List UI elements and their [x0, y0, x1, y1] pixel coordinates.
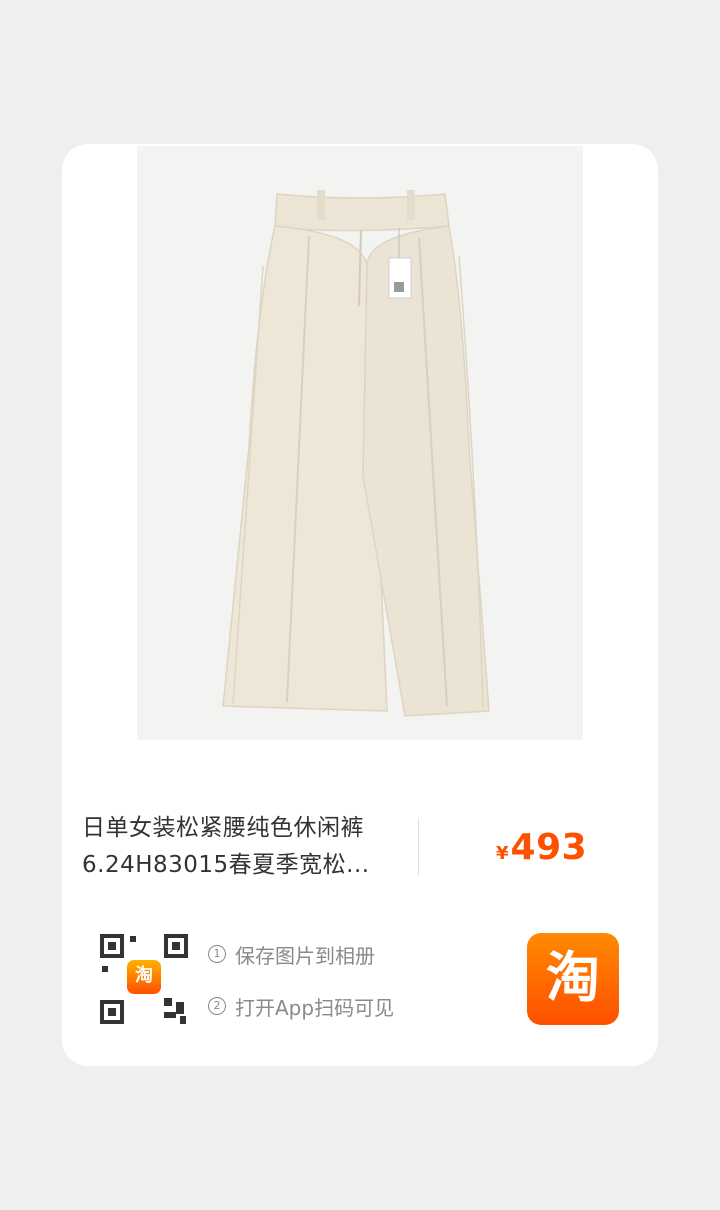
- step-2-number: 2: [208, 997, 226, 1015]
- price-amount: 493: [510, 827, 588, 868]
- qr-module: [164, 998, 172, 1006]
- qr-module: [164, 1012, 176, 1018]
- product-price: ¥493: [496, 827, 587, 868]
- qr-finder-top-right: [164, 934, 188, 958]
- product-title-line2: 6.24H83015春夏季宽松...: [82, 852, 370, 878]
- taobao-mini-logo-icon: 淘: [127, 960, 161, 994]
- taobao-app-icon[interactable]: 淘: [527, 933, 619, 1025]
- share-instructions: 1 保存图片到相册 2 打开App扫码可见: [208, 941, 394, 1045]
- title-price-divider: [418, 818, 419, 876]
- qr-module: [180, 1016, 186, 1024]
- qr-finder-bottom-left: [100, 1000, 124, 1024]
- trousers-photo: [137, 146, 583, 740]
- instruction-step-2: 2 打开App扫码可见: [208, 993, 395, 1020]
- product-title-line1: 日单女装松紧腰纯色休闲裤: [82, 815, 364, 841]
- qr-finder-top-left: [100, 934, 124, 958]
- step-1-text: 保存图片到相册: [235, 943, 375, 968]
- instruction-step-1: 1 保存图片到相册: [208, 941, 394, 968]
- qr-module: [102, 966, 108, 972]
- price-currency-symbol: ¥: [496, 843, 509, 864]
- qr-module: [130, 936, 136, 942]
- step-2-text: 打开App扫码可见: [235, 995, 395, 1020]
- share-card: 日单女装松紧腰纯色休闲裤 6.24H83015春夏季宽松... ¥493 淘 1…: [62, 144, 658, 1066]
- product-title[interactable]: 日单女装松紧腰纯色休闲裤 6.24H83015春夏季宽松...: [82, 810, 417, 884]
- product-image[interactable]: [137, 146, 583, 740]
- qr-code-icon[interactable]: 淘: [98, 932, 190, 1026]
- step-1-number: 1: [208, 945, 226, 963]
- qr-module: [176, 1002, 184, 1014]
